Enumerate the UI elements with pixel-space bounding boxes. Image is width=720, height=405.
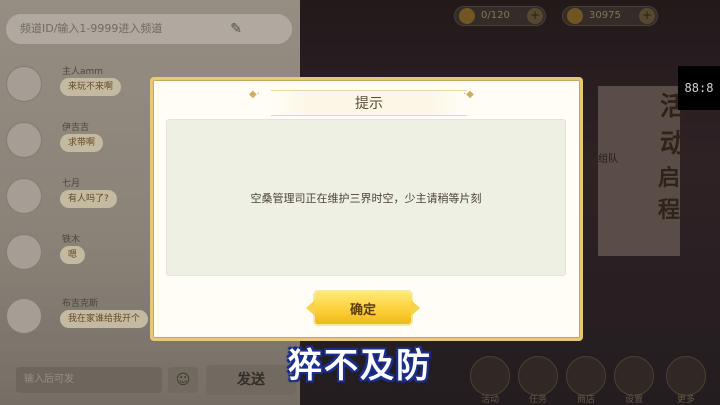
ornament-icon: ◆· bbox=[249, 89, 260, 100]
dialog-message: 空桑管理司正在维护三界时空，少主请稍等片刻 bbox=[250, 192, 482, 205]
confirm-button[interactable]: 确定 bbox=[306, 292, 420, 324]
video-caption: 猝不及防 bbox=[288, 346, 432, 386]
dialog-title-bar: 提示 bbox=[271, 90, 467, 116]
ornament-icon: ·◆ bbox=[463, 89, 474, 100]
notice-dialog: ◆· 提示 ·◆ 空桑管理司正在维护三界时空，少主请稍等片刻 确定 bbox=[150, 77, 583, 341]
dialog-content: 空桑管理司正在维护三界时空，少主请稍等片刻 bbox=[166, 119, 566, 276]
dialog-title: 提示 bbox=[355, 96, 383, 112]
